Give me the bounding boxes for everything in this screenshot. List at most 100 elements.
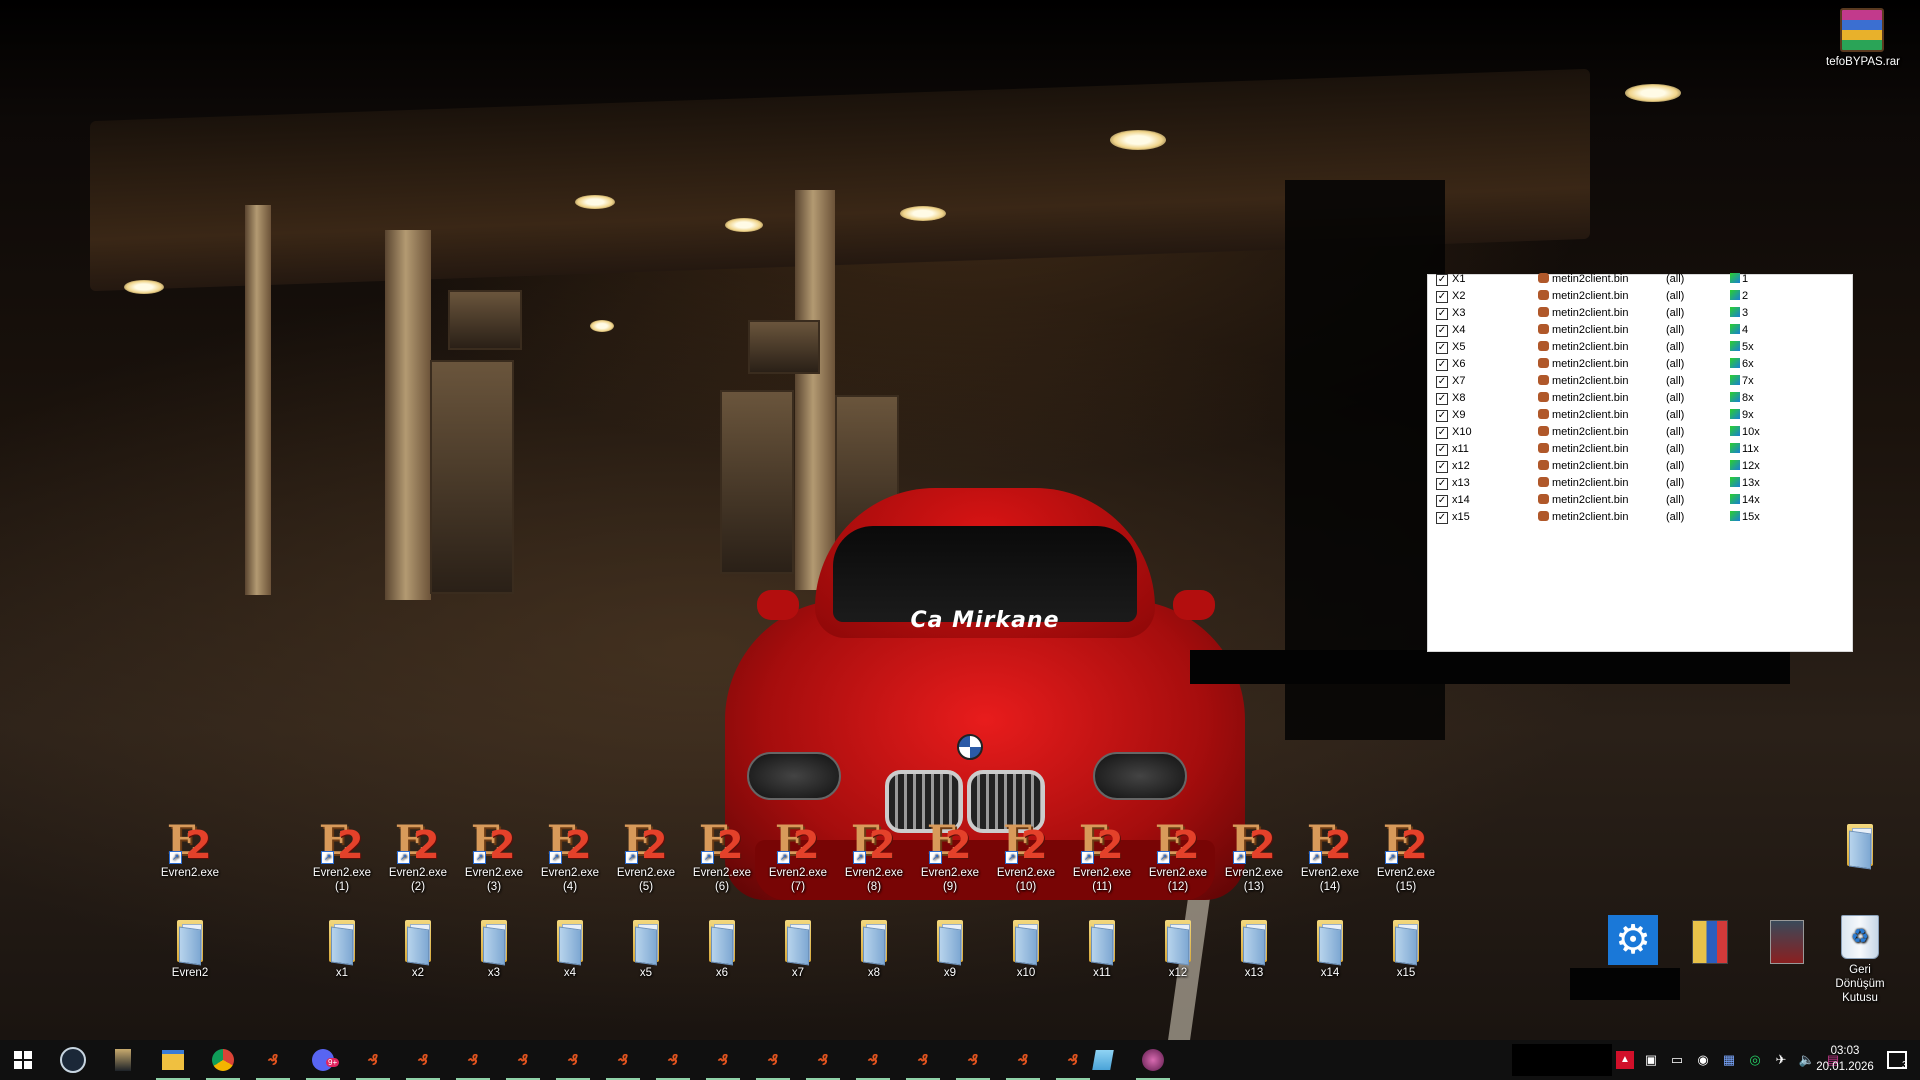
row-checkbox[interactable]: ✓ xyxy=(1436,291,1448,303)
metin2-icon: ₰ xyxy=(617,1051,629,1069)
exe-desktop-icon[interactable]: E 2 ↗ Evren2.exe (6) xyxy=(686,818,758,894)
taskbar-metin2-window[interactable]: ₰ xyxy=(950,1040,996,1080)
row-checkbox[interactable]: ✓ xyxy=(1436,512,1448,524)
exe-desktop-icon[interactable]: E 2 ↗ Evren2.exe (4) xyxy=(534,818,606,894)
shortcut-arrow-icon: ↗ xyxy=(929,851,942,864)
folder-desktop-icon[interactable]: Evren2 xyxy=(154,914,226,980)
taskbar-metin2-window[interactable]: ₰ xyxy=(700,1040,746,1080)
action-center-button[interactable]: 3 xyxy=(1874,1040,1920,1080)
row-checkbox[interactable]: ✓ xyxy=(1436,478,1448,490)
taskbar-metin2-window[interactable]: ₰ xyxy=(900,1040,946,1080)
row-checkbox[interactable]: ✓ xyxy=(1436,495,1448,507)
taskbar-metin2-window[interactable]: ₰ xyxy=(550,1040,596,1080)
exe-desktop-icon[interactable]: E 2 ↗ Evren2.exe (11) xyxy=(1066,818,1138,894)
taskbar-metin2-window[interactable]: ₰ xyxy=(500,1040,546,1080)
folder-desktop-icon[interactable]: x5 xyxy=(610,914,682,980)
folder-desktop-icon[interactable]: x2 xyxy=(382,914,454,980)
taskbar-metin2-window[interactable]: ₰ xyxy=(400,1040,446,1080)
taskbar-file-explorer[interactable] xyxy=(150,1040,196,1080)
folder-desktop-icon[interactable]: x8 xyxy=(838,914,910,980)
taskbar-metin2-window[interactable]: ₰ xyxy=(850,1040,896,1080)
exe-label-line1: Evren2.exe xyxy=(1224,867,1284,879)
row-checkbox[interactable]: ✓ xyxy=(1436,359,1448,371)
taskbar-metin2-window[interactable]: ₰ xyxy=(750,1040,796,1080)
row-checkbox[interactable]: ✓ xyxy=(1436,308,1448,320)
row-hotkey-label: 5x xyxy=(1742,341,1754,353)
exe-desktop-icon[interactable]: E 2 ↗ Evren2.exe (7) xyxy=(762,818,834,894)
exe-desktop-icon[interactable]: E 2 ↗ Evren2.exe (3) xyxy=(458,818,530,894)
folder-desktop-icon[interactable]: x1 xyxy=(306,914,378,980)
settings-desktop-icon[interactable]: ⚙ xyxy=(1608,915,1658,965)
exe-desktop-icon[interactable]: E 2 ↗ Evren2.exe (10) xyxy=(990,818,1062,894)
monitor-icon[interactable]: ▦ xyxy=(1720,1051,1738,1069)
folder-desktop-icon[interactable]: x14 xyxy=(1294,914,1366,980)
start-button[interactable] xyxy=(0,1040,46,1080)
folder-desktop-icon[interactable] xyxy=(1824,818,1896,870)
folder-label: x8 xyxy=(867,967,881,979)
exe-desktop-icon[interactable]: E 2 ↗ Evren2.exe (5) xyxy=(610,818,682,894)
discord-tray-icon[interactable]: ◉ xyxy=(1694,1051,1712,1069)
taskbar-steam[interactable] xyxy=(50,1040,96,1080)
row-file: metin2client.bin xyxy=(1538,273,1628,285)
whatsapp-icon[interactable]: ◎ xyxy=(1746,1051,1764,1069)
process-icon xyxy=(1538,392,1549,402)
folder-desktop-icon[interactable]: x12 xyxy=(1142,914,1214,980)
taskbar-metin2-window[interactable]: ₰ xyxy=(1000,1040,1046,1080)
exe-desktop-icon[interactable]: E 2 ↗ Evren2.exe (14) xyxy=(1294,818,1366,894)
evren2-app-icon: E 2 ↗ xyxy=(319,817,364,868)
taskbar-metin2-window[interactable]: ₰ xyxy=(250,1040,296,1080)
row-checkbox[interactable]: ✓ xyxy=(1436,444,1448,456)
exe-desktop-icon[interactable]: E 2 ↗ Evren2.exe (8) xyxy=(838,818,910,894)
folder-desktop-icon[interactable]: x9 xyxy=(914,914,986,980)
folder-label: x12 xyxy=(1168,967,1188,979)
taskbar-metin2-window[interactable]: ₰ xyxy=(350,1040,396,1080)
exe-label-line2: (12) xyxy=(1167,881,1189,893)
amd-icon[interactable]: ▲ xyxy=(1616,1051,1634,1069)
archive-desktop-icon[interactable]: tefoBYPAS.rar xyxy=(1826,8,1900,69)
row-checkbox[interactable]: ✓ xyxy=(1436,393,1448,405)
exe-desktop-icon[interactable]: E 2 ↗ Evren2.exe (9) xyxy=(914,818,986,894)
folder-desktop-icon[interactable]: x7 xyxy=(762,914,834,980)
row-checkbox[interactable]: ✓ xyxy=(1436,410,1448,422)
device-icon[interactable]: ▣ xyxy=(1642,1051,1660,1069)
recycle-bin-desktop-icon[interactable]: ♻ Geri Dönüşüm Kutusu xyxy=(1824,915,1896,1005)
taskbar-notepad[interactable] xyxy=(1080,1040,1126,1080)
row-checkbox[interactable]: ✓ xyxy=(1436,376,1448,388)
row-checkbox[interactable]: ✓ xyxy=(1436,274,1448,286)
taskbar-discord[interactable]: 9+ xyxy=(300,1040,346,1080)
taskbar-metin2-window[interactable]: ₰ xyxy=(800,1040,846,1080)
network-icon[interactable]: ✈ xyxy=(1772,1051,1790,1069)
row-checkbox[interactable]: ✓ xyxy=(1436,325,1448,337)
exe-desktop-icon[interactable]: E 2 ↗ Evren2.exe (2) xyxy=(382,818,454,894)
folder-desktop-icon[interactable]: x11 xyxy=(1066,914,1138,980)
exe-desktop-icon[interactable]: E 2 ↗ Evren2.exe (12) xyxy=(1142,818,1214,894)
shortcut-arrow-icon: ↗ xyxy=(1157,851,1170,864)
folder-desktop-icon[interactable]: x10 xyxy=(990,914,1062,980)
evren2-app-icon: E 2 ↗ xyxy=(851,817,896,868)
exe-desktop-icon[interactable]: E 2 ↗ Evren2.exe xyxy=(154,818,226,880)
exe-label-line1: Evren2.exe xyxy=(844,867,904,879)
taskbar-metin2-window[interactable]: ₰ xyxy=(650,1040,696,1080)
folder-desktop-icon[interactable]: x4 xyxy=(534,914,606,980)
row-checkbox[interactable]: ✓ xyxy=(1436,427,1448,439)
folder-desktop-icon[interactable]: x6 xyxy=(686,914,758,980)
taskbar-app[interactable] xyxy=(100,1040,146,1080)
game-shortcut-desktop-icon[interactable] xyxy=(1770,920,1804,964)
folder-desktop-icon[interactable]: x13 xyxy=(1218,914,1290,980)
taskbar-metin2-window[interactable]: ₰ xyxy=(600,1040,646,1080)
row-checkbox[interactable]: ✓ xyxy=(1436,461,1448,473)
row-scope: (all) xyxy=(1666,324,1685,336)
exe-desktop-icon[interactable]: E 2 ↗ Evren2.exe (13) xyxy=(1218,818,1290,894)
taskbar-chrome[interactable] xyxy=(200,1040,246,1080)
document-desktop-icon[interactable] xyxy=(1692,920,1728,964)
taskbar-game[interactable] xyxy=(1130,1040,1176,1080)
folder-desktop-icon[interactable]: x15 xyxy=(1370,914,1442,980)
display-icon[interactable]: ▭ xyxy=(1668,1051,1686,1069)
exe-desktop-icon[interactable]: E 2 ↗ Evren2.exe (1) xyxy=(306,818,378,894)
exe-desktop-icon[interactable]: E 2 ↗ Evren2.exe (15) xyxy=(1370,818,1442,894)
exe-label-line2: (2) xyxy=(410,881,426,893)
taskbar-metin2-window[interactable]: ₰ xyxy=(450,1040,496,1080)
row-checkbox[interactable]: ✓ xyxy=(1436,342,1448,354)
row-file: metin2client.bin xyxy=(1538,426,1628,438)
folder-desktop-icon[interactable]: x3 xyxy=(458,914,530,980)
